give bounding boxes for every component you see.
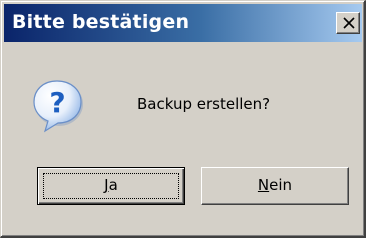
no-button[interactable]: Nein	[201, 167, 349, 205]
dialog-message: Backup erstellen?	[137, 95, 271, 113]
window-title: Bitte bestätigen	[12, 11, 190, 33]
confirm-dialog: Bitte bestätigen ? Backup erstellen? Ja …	[0, 0, 366, 238]
question-icon: ?	[33, 80, 83, 133]
no-button-label: Nein	[257, 176, 293, 194]
title-bar[interactable]: Bitte bestätigen	[4, 4, 362, 42]
yes-button[interactable]: Ja	[37, 167, 185, 205]
yes-button-label: Ja	[104, 176, 118, 194]
close-icon	[343, 17, 355, 29]
svg-text:?: ?	[49, 86, 65, 119]
close-button[interactable]	[336, 12, 360, 34]
